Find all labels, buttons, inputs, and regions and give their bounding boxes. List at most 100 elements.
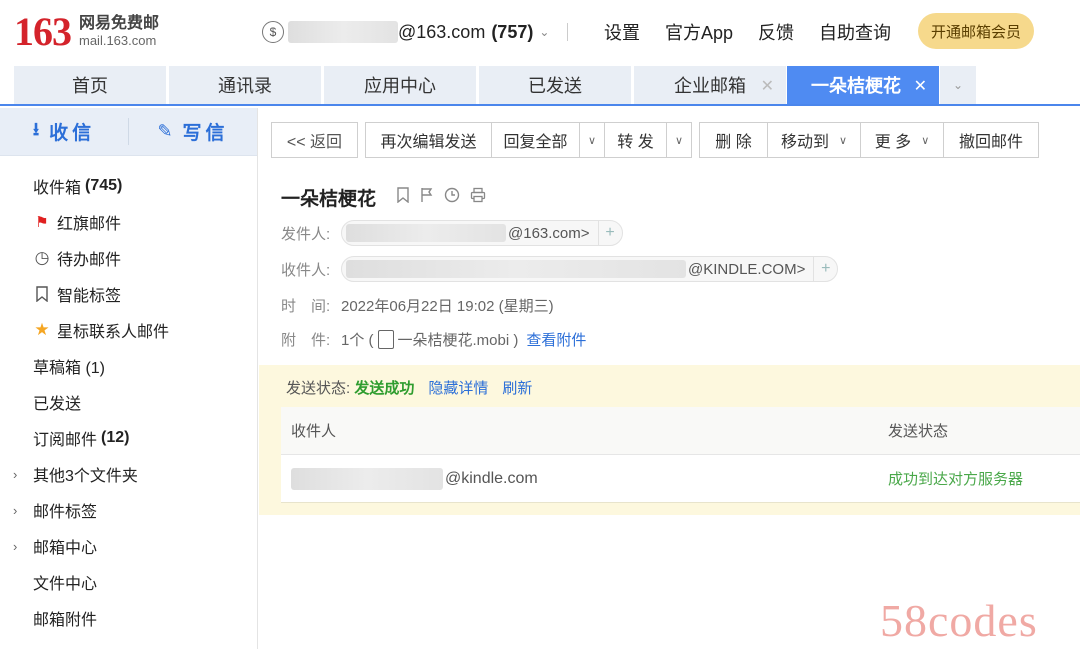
folder-drafts[interactable]: 草稿箱 (1) (0, 348, 257, 384)
official-app-link[interactable]: 官方App (665, 19, 733, 45)
folder-sent[interactable]: 已发送 (0, 384, 257, 420)
tab-current-mail[interactable]: 一朵桔梗花 ✕ (787, 66, 939, 104)
forward-dropdown-chevron-icon[interactable]: ∨ (666, 122, 692, 158)
write-button[interactable]: ✎ 写信 (129, 108, 257, 155)
tab-app-center[interactable]: 应用中心 (324, 66, 476, 104)
col-status-header: 发送状态 (888, 423, 949, 440)
move-to-button[interactable]: 移动到 ∨ (767, 122, 861, 158)
chevron-right-icon[interactable]: › (13, 503, 17, 518)
tab-home[interactable]: 首页 (14, 66, 166, 104)
chevron-down-icon[interactable]: ⌄ (539, 25, 549, 39)
vip-button[interactable]: 开通邮箱会员 (918, 13, 1034, 49)
flag-icon[interactable] (420, 187, 434, 208)
from-row: 发件人: @163.com> + (281, 220, 623, 246)
reedit-button[interactable]: 再次编辑发送 (365, 122, 492, 158)
top-links: 设置 官方App 反馈 自助查询 (604, 19, 916, 45)
recipient-name-redacted (346, 260, 686, 278)
folder-count: (12) (101, 429, 130, 446)
time-row: 时 间: 2022年06月22日 19:02 (星期三) (281, 292, 554, 318)
self-service-link[interactable]: 自助查询 (819, 19, 891, 45)
close-icon[interactable]: ✕ (914, 76, 927, 96)
inbox-download-icon: ⭳ (32, 118, 40, 139)
chevron-down-icon: ∨ (838, 134, 848, 147)
receive-label: 收信 (49, 123, 96, 144)
from-chip[interactable]: @163.com> + (341, 220, 623, 246)
to-chip[interactable]: @KINDLE.COM> + (341, 256, 839, 282)
folder-label: 待办邮件 (57, 252, 122, 269)
folder-attachments[interactable]: 邮箱附件 (0, 600, 257, 636)
forward-button[interactable]: 转 发 (604, 122, 667, 158)
folder-label: 红旗邮件 (57, 216, 122, 233)
more-label: 更 多 (874, 134, 912, 151)
settings-link[interactable]: 设置 (604, 19, 640, 45)
tab-label: 一朵桔梗花 (811, 76, 901, 96)
tab-label: 通讯录 (218, 76, 272, 96)
to-label: 收件人: (281, 261, 331, 279)
table-header: 收件人 发送状态 (281, 407, 1080, 455)
chevron-right-icon[interactable]: › (13, 467, 17, 482)
reply-dropdown-chevron-icon[interactable]: ∨ (579, 122, 605, 158)
tab-label: 企业邮箱 (674, 76, 746, 96)
folder-subscriptions[interactable]: 订阅邮件 (12) (0, 420, 257, 456)
folder-smart-tags[interactable]: 智能标签 (0, 276, 257, 312)
mail-view: << 返回 再次编辑发送 回复全部 ∨ 转 发 ∨ 删 除 移动到 ∨ 更 多 … (259, 108, 1080, 649)
add-contact-plus-icon[interactable]: + (813, 256, 837, 282)
folder-label: 已发送 (33, 396, 82, 413)
close-icon[interactable]: ✕ (761, 76, 774, 96)
bookmark-icon[interactable] (396, 186, 410, 208)
attachment-name[interactable]: 一朵桔梗花.mobi ) (398, 329, 519, 350)
folder-label: 邮箱附件 (33, 612, 98, 629)
tab-sent[interactable]: 已发送 (479, 66, 631, 104)
time-value: 2022年06月22日 19:02 (星期三) (341, 297, 554, 315)
logo-number: 163 (14, 9, 72, 54)
pen-icon: ✎ (157, 121, 173, 141)
file-icon (377, 329, 394, 349)
divider (567, 23, 569, 41)
folder-flagged[interactable]: ⚑ 红旗邮件 (0, 204, 257, 240)
folder-inbox[interactable]: 收件箱 (745) (0, 168, 257, 204)
delete-button[interactable]: 删 除 (699, 122, 768, 158)
feedback-link[interactable]: 反馈 (758, 19, 794, 45)
view-attachment-link[interactable]: 查看附件 (526, 329, 586, 350)
subject-row: 一朵桔梗花 (281, 185, 486, 210)
star-icon: ★ (34, 320, 50, 339)
recipient-address: @KINDLE.COM> (688, 260, 806, 278)
refresh-link[interactable]: 刷新 (502, 377, 532, 398)
account-menu[interactable]: $ @163.com (757) ⌄ (262, 19, 584, 45)
folder-file-center[interactable]: 文件中心 (0, 564, 257, 600)
clock-icon: ◷ (34, 248, 50, 267)
folder-starred-contacts[interactable]: ★ 星标联系人邮件 (0, 312, 257, 348)
folder-mail-center[interactable]: › 邮箱中心 (0, 528, 257, 564)
recipient-status-table: 收件人 发送状态 @kindle.com 成功到达对方服务器 (281, 407, 1080, 503)
print-icon[interactable] (470, 187, 486, 208)
clock-icon[interactable] (444, 187, 460, 208)
receive-button[interactable]: ⭳ 收信 (0, 108, 128, 155)
tab-enterprise-mail[interactable]: 企业邮箱 ✕ (634, 66, 786, 104)
add-contact-plus-icon[interactable]: + (597, 220, 622, 246)
flag-icon: ⚑ (35, 214, 49, 231)
reply-all-button[interactable]: 回复全部 (491, 122, 580, 158)
chevron-right-icon[interactable]: › (13, 539, 17, 554)
mail-toolbar: << 返回 再次编辑发送 回复全部 ∨ 转 发 ∨ 删 除 移动到 ∨ 更 多 … (271, 122, 1039, 158)
hide-details-link[interactable]: 隐藏详情 (428, 377, 488, 398)
more-button[interactable]: 更 多 ∨ (860, 122, 944, 158)
compose-row: ⭳ 收信 ✎ 写信 (0, 108, 257, 156)
folder-todo[interactable]: ◷ 待办邮件 (0, 240, 257, 276)
logo[interactable]: 163 网易免费邮 mail.163.com (14, 10, 159, 54)
recall-button[interactable]: 撤回邮件 (943, 122, 1039, 158)
send-status-value: 发送成功 (354, 380, 415, 397)
top-bar: 163 网易免费邮 mail.163.com $ @163.com (757) … (0, 0, 1080, 64)
tab-more-chevron-icon[interactable]: ⌄ (940, 66, 976, 104)
folder-other[interactable]: › 其他3个文件夹 (0, 456, 257, 492)
delivery-status: 成功到达对方服务器 (888, 471, 1024, 488)
tab-contacts[interactable]: 通讯录 (169, 66, 321, 104)
folder-mail-tags[interactable]: › 邮件标签 (0, 492, 257, 528)
logo-domain: mail.163.com (79, 33, 157, 48)
bookmark-icon (33, 286, 51, 302)
attachment-row: 附 件: 1个 ( 一朵桔梗花.mobi ) 查看附件 (281, 326, 586, 352)
mail-subject: 一朵桔梗花 (281, 188, 377, 210)
logo-title: 网易免费邮 (79, 15, 160, 32)
folder-list: 收件箱 (745) ⚑ 红旗邮件 ◷ 待办邮件 智能标签 ★ 星标联系人邮件 草… (0, 156, 257, 636)
back-button[interactable]: << 返回 (271, 122, 358, 158)
account-coin-icon: $ (262, 21, 284, 43)
